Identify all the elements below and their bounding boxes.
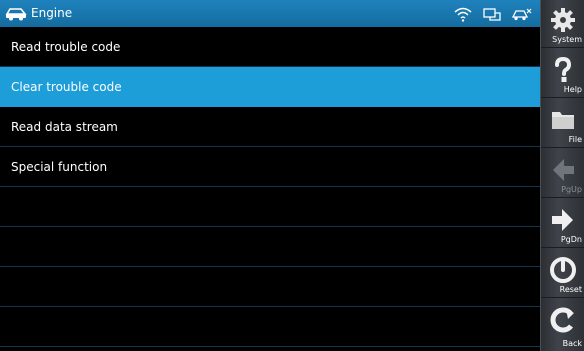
help-button[interactable]: Help [541, 50, 584, 98]
page-up-button[interactable]: PgUp [541, 150, 584, 198]
back-label: Back [562, 339, 582, 348]
car-icon [5, 8, 27, 21]
folder-icon [552, 112, 574, 129]
vehicle-connection-icon [511, 8, 532, 21]
menu-item-empty [0, 267, 540, 307]
menu-item-read-trouble-code[interactable]: Read trouble code [0, 27, 540, 67]
reset-label: Reset [559, 285, 582, 294]
function-sidebar: System Help File PgUp PgDn Reset Back [540, 0, 584, 351]
system-button[interactable]: System [541, 0, 584, 48]
arrow-left-icon [553, 159, 574, 181]
menu-item-empty [0, 187, 540, 227]
title-bar: Engine [0, 0, 540, 28]
vci-link-icon [483, 8, 501, 21]
file-label: File [568, 135, 582, 144]
arrow-right-icon [552, 209, 573, 231]
menu-item-special-function[interactable]: Special function [0, 147, 540, 187]
page-title: Engine [31, 6, 73, 20]
page-up-label: PgUp [561, 185, 582, 194]
file-button[interactable]: File [541, 100, 584, 148]
main-panel: Engine Read trouble code Clear trouble c… [0, 0, 540, 351]
back-button[interactable]: Back [541, 300, 584, 351]
question-mark-icon [555, 56, 572, 82]
help-label: Help [563, 85, 582, 94]
system-label: System [552, 35, 582, 44]
menu-item-label: Clear trouble code [11, 80, 122, 94]
reset-icon [550, 257, 576, 283]
gear-icon [551, 8, 575, 32]
wifi-icon [454, 7, 472, 22]
menu-item-empty [0, 307, 540, 347]
page-down-label: PgDn [560, 235, 582, 244]
menu-item-label: Special function [11, 160, 108, 174]
menu-item-label: Read trouble code [11, 40, 121, 54]
reset-button[interactable]: Reset [541, 250, 584, 298]
function-menu: Read trouble code Clear trouble code Rea… [0, 27, 540, 347]
back-icon [550, 307, 574, 333]
page-down-button[interactable]: PgDn [541, 200, 584, 248]
menu-item-label: Read data stream [11, 120, 118, 134]
menu-item-read-data-stream[interactable]: Read data stream [0, 107, 540, 147]
menu-item-empty [0, 227, 540, 267]
menu-item-clear-trouble-code[interactable]: Clear trouble code [0, 67, 540, 107]
